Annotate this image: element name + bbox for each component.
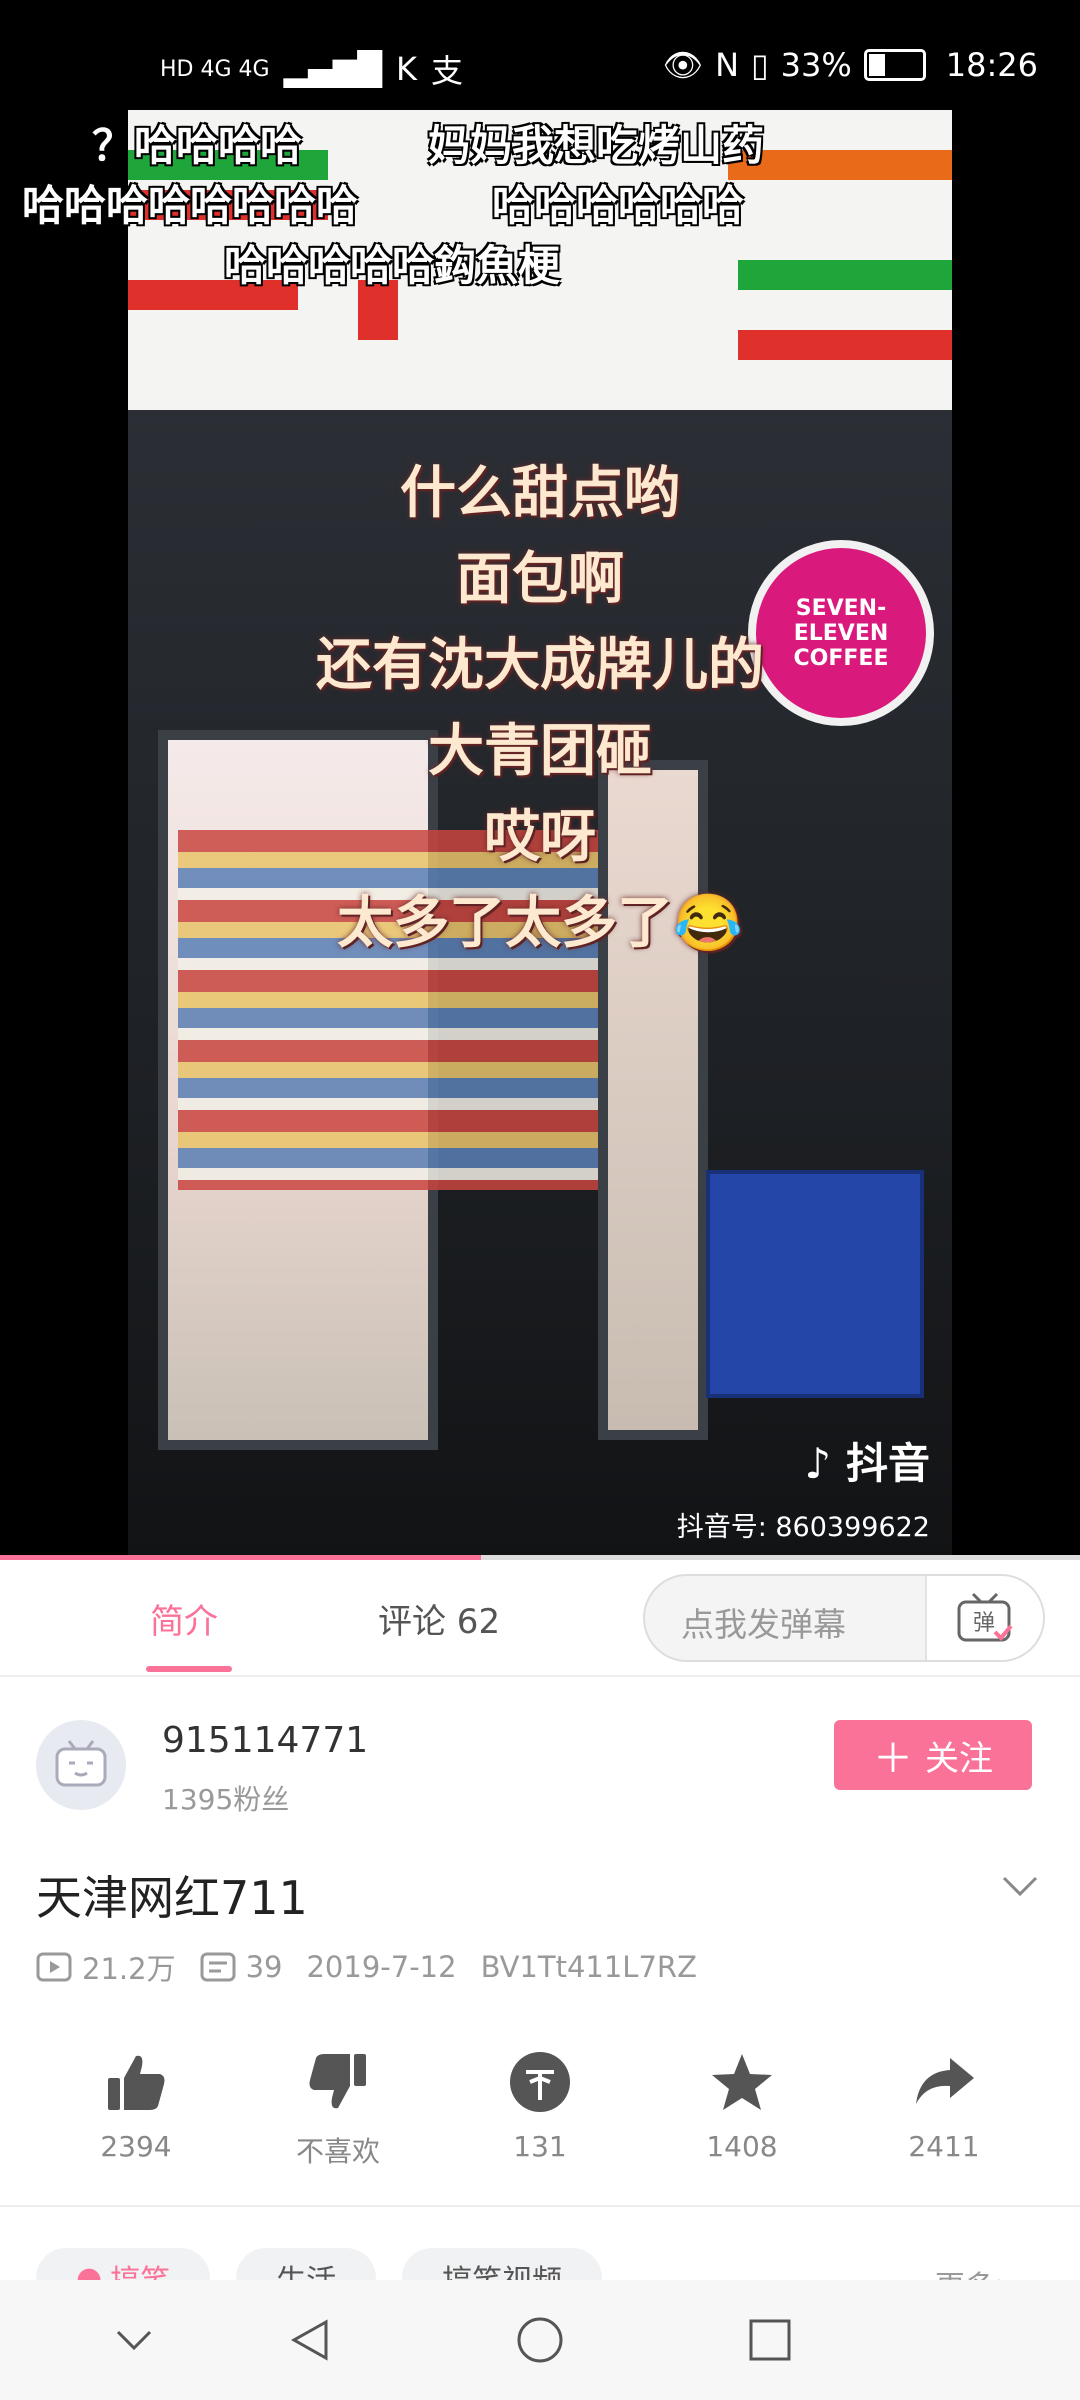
coin-count: 131 xyxy=(513,2130,567,2163)
tab-underline xyxy=(146,1666,232,1672)
plus-icon: ＋ xyxy=(873,1736,913,1782)
douyin-watermark: ♪ 抖音 xyxy=(805,1430,930,1491)
signal-icon: ▂▄▆█ xyxy=(283,50,382,88)
danmaku-toggle-button[interactable]: 弹 xyxy=(925,1576,1043,1660)
uploader-name[interactable]: 915114771 xyxy=(162,1720,368,1761)
douyin-note-icon: ♪ xyxy=(804,1439,832,1488)
divider xyxy=(0,2205,1080,2207)
publish-date: 2019-7-12 xyxy=(306,1950,457,1984)
danmaku-btn-label: 弹 xyxy=(973,1611,995,1636)
danmaku-comment: 妈妈我想吃烤山药 xyxy=(428,121,765,170)
play-count-icon xyxy=(36,1952,72,1982)
follow-label: 关注 xyxy=(925,1738,993,1779)
like-count: 2394 xyxy=(100,2130,172,2163)
danmaku-count-icon xyxy=(200,1952,236,1982)
video-lyrics: 什么甜点哟 面包啊 还有沈大成牌儿的 大青团砸 哎呀 太多了太多了😂 xyxy=(0,450,1080,966)
thumbs-up-icon xyxy=(108,2055,165,2110)
danmaku-input[interactable]: 点我发弹幕 弹 xyxy=(643,1574,1045,1662)
view-count-value: 21.2万 xyxy=(82,1952,176,1986)
danmaku-comment: 哈哈哈哈哈哈 xyxy=(492,181,745,230)
follow-button[interactable]: ＋ 关注 xyxy=(834,1720,1032,1790)
alipay-notification-icon: 支 xyxy=(430,52,463,90)
expand-description-button[interactable] xyxy=(1000,1874,1040,1902)
favorite-button[interactable]: 1408 xyxy=(672,2050,812,2163)
clock: 18:26 xyxy=(945,46,1038,84)
status-bar-right: 👁 N ▯ 33% 18:26 xyxy=(662,46,1038,84)
fans-count: 1395粉丝 xyxy=(162,1783,290,1816)
nav-recents-button[interactable] xyxy=(740,2310,800,2370)
thumbs-down-icon xyxy=(309,2054,366,2109)
battery-icon xyxy=(863,49,926,81)
recents-square-icon xyxy=(749,2319,791,2361)
eye-icon: 👁 xyxy=(662,46,704,84)
danmaku-comment: ？哈哈哈哈 xyxy=(92,121,303,170)
favorite-count: 1408 xyxy=(706,2130,778,2163)
coin-button[interactable]: 131 xyxy=(470,2050,610,2163)
danmaku-comment: 哈哈哈哈哈哈哈哈 xyxy=(22,181,359,230)
douyin-app-name: 抖音 xyxy=(845,1439,930,1488)
coin-icon xyxy=(510,2052,570,2112)
battery-percent: 33% xyxy=(780,46,852,84)
tab-intro[interactable]: 简介 xyxy=(150,1594,218,1643)
home-circle-icon xyxy=(517,2317,563,2363)
danmaku-count-value: 39 xyxy=(245,1950,283,1984)
chevron-down-icon xyxy=(116,2330,152,2351)
nfc-icon: N xyxy=(715,46,740,84)
network-indicator: HD 4G 4G xyxy=(160,56,270,82)
tab-comments[interactable]: 评论 62 xyxy=(378,1594,500,1643)
lyric-line: 还有沈大成牌儿的 xyxy=(316,632,764,698)
bvid: BV1Tt411L7RZ xyxy=(480,1950,697,1984)
nav-home-button[interactable] xyxy=(510,2310,570,2370)
lyric-line: 大青团砸 xyxy=(428,718,652,784)
danmaku-comment: 哈哈哈哈哈鈎魚梗 xyxy=(224,241,561,290)
danmaku-tv-icon: 弹 xyxy=(957,1592,1013,1642)
nav-hide-button[interactable] xyxy=(104,2310,164,2370)
blue-crate xyxy=(706,1170,924,1398)
detail-tabs: 简介 评论 62 点我发弹幕 弹 xyxy=(0,1560,1080,1677)
lyric-line: 太多了太多了😂 xyxy=(337,890,743,956)
star-icon xyxy=(712,2054,772,2110)
status-bar: HD 4G 4G ▂▄▆█ K 支 👁 N ▯ 33% 18:26 xyxy=(0,0,1080,110)
lyric-line: 什么甜点哟 xyxy=(400,460,680,526)
video-title: 天津网红711 xyxy=(36,1871,308,1925)
share-count: 2411 xyxy=(908,2130,980,2163)
vibrate-icon: ▯ xyxy=(751,46,769,84)
lyric-line: 面包啊 xyxy=(456,546,624,612)
share-button[interactable]: 2411 xyxy=(874,2050,1014,2163)
avatar[interactable] xyxy=(36,1720,126,1810)
dislike-button[interactable]: 不喜欢 xyxy=(268,2050,408,2170)
status-bar-left: HD 4G 4G ▂▄▆█ K 支 xyxy=(160,46,463,92)
kuaishou-notification-icon: K xyxy=(396,50,417,88)
danmaku-input-placeholder: 点我发弹幕 xyxy=(681,1605,846,1644)
danmaku-count: 39 xyxy=(200,1950,283,1984)
chevron-down-icon xyxy=(1002,1876,1038,1897)
view-count: 21.2万 xyxy=(36,1946,176,1988)
video-stats: 21.2万 39 2019-7-12 BV1Tt411L7RZ xyxy=(36,1946,697,1988)
dislike-label: 不喜欢 xyxy=(295,2135,380,2168)
nav-back-button[interactable] xyxy=(280,2310,340,2370)
like-button[interactable]: 2394 xyxy=(66,2050,206,2163)
share-icon xyxy=(916,2058,974,2104)
video-player[interactable]: SEVEN-ELEVEN COFFEE 什么甜点哟 面包啊 还有沈大成牌儿的 大… xyxy=(0,0,1080,1555)
back-triangle-icon xyxy=(290,2319,328,2361)
default-avatar-icon xyxy=(55,1740,107,1787)
action-bar: 2394 不喜欢 131 1408 2411 xyxy=(0,2050,1080,2180)
douyin-id: 抖音号: 860399622 xyxy=(676,1512,930,1543)
lyric-line: 哎呀 xyxy=(484,804,596,870)
system-nav-bar xyxy=(0,2280,1080,2400)
